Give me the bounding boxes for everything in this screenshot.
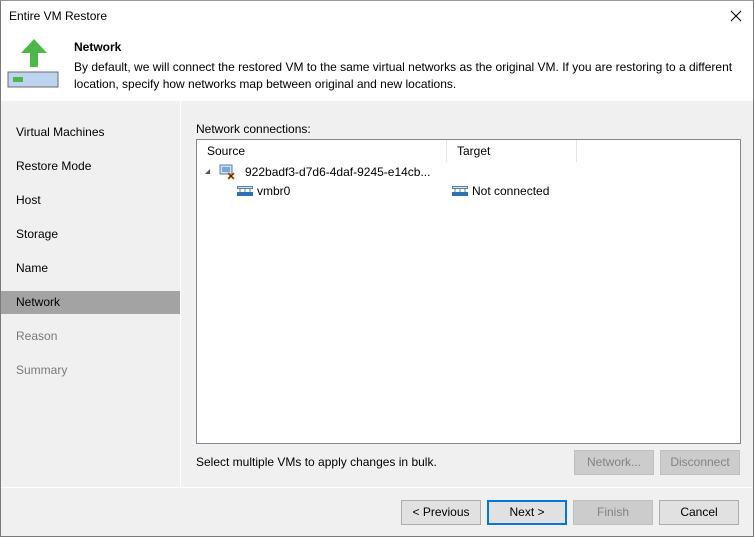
sidebar-item-virtual-machines[interactable]: Virtual Machines <box>1 121 180 144</box>
vm-source-name: 922badf3-d7d6-4daf-9245-e14cb... <box>245 165 431 179</box>
close-button[interactable] <box>725 5 747 27</box>
sidebar-item-summary: Summary <box>16 363 68 377</box>
vm-error-icon <box>219 164 235 180</box>
network-icon <box>237 186 253 196</box>
network-target-name: Not connected <box>472 184 550 198</box>
column-header-target[interactable]: Target <box>447 140 577 162</box>
previous-button[interactable]: < Previous <box>401 500 481 525</box>
entire-vm-restore-dialog: Entire VM Restore Network By default, we… <box>0 0 754 537</box>
step-title: Network <box>74 40 122 54</box>
wizard-steps-sidebar: Virtual Machines Restore Mode Host Stora… <box>1 101 181 487</box>
network-connections-list[interactable]: Source Target 922badf3-d7d6-4daf-9245-e1… <box>196 139 741 444</box>
bulk-hint-text: Select multiple VMs to apply changes in … <box>196 455 437 469</box>
restore-upload-icon <box>7 39 59 88</box>
wizard-header: Network By default, we will connect the … <box>1 31 753 101</box>
sidebar-item-storage[interactable]: Storage <box>1 223 180 246</box>
finish-button[interactable]: Finish <box>573 500 653 525</box>
list-row-vm[interactable]: 922badf3-d7d6-4daf-9245-e14cb... <box>197 162 740 182</box>
network-connections-label: Network connections: <box>196 122 311 136</box>
step-description: By default, we will connect the restored… <box>74 60 733 91</box>
footer-divider <box>1 487 753 488</box>
network-step-content: Network connections: Source Target 922ba… <box>182 101 753 487</box>
expand-collapse-toggle[interactable] <box>205 169 210 174</box>
close-icon <box>730 10 742 22</box>
next-button[interactable]: Next > <box>487 500 567 525</box>
sidebar-item-name[interactable]: Name <box>1 257 180 280</box>
sidebar-item-restore-mode[interactable]: Restore Mode <box>1 155 180 178</box>
sidebar-item-network[interactable]: Network <box>1 291 180 314</box>
title-bar: Entire VM Restore <box>1 1 753 31</box>
sidebar-item-reason: Reason <box>16 329 58 343</box>
sidebar-item-host[interactable]: Host <box>1 189 180 212</box>
window-title: Entire VM Restore <box>9 9 108 23</box>
cancel-button[interactable]: Cancel <box>659 500 739 525</box>
disconnect-button[interactable]: Disconnect <box>660 450 740 475</box>
network-source-name: vmbr0 <box>257 184 291 198</box>
column-header-source[interactable]: Source <box>197 140 447 162</box>
list-row-network[interactable]: vmbr0 Not connected <box>197 181 740 201</box>
network-icon <box>452 186 468 196</box>
network-button[interactable]: Network... <box>574 450 654 475</box>
